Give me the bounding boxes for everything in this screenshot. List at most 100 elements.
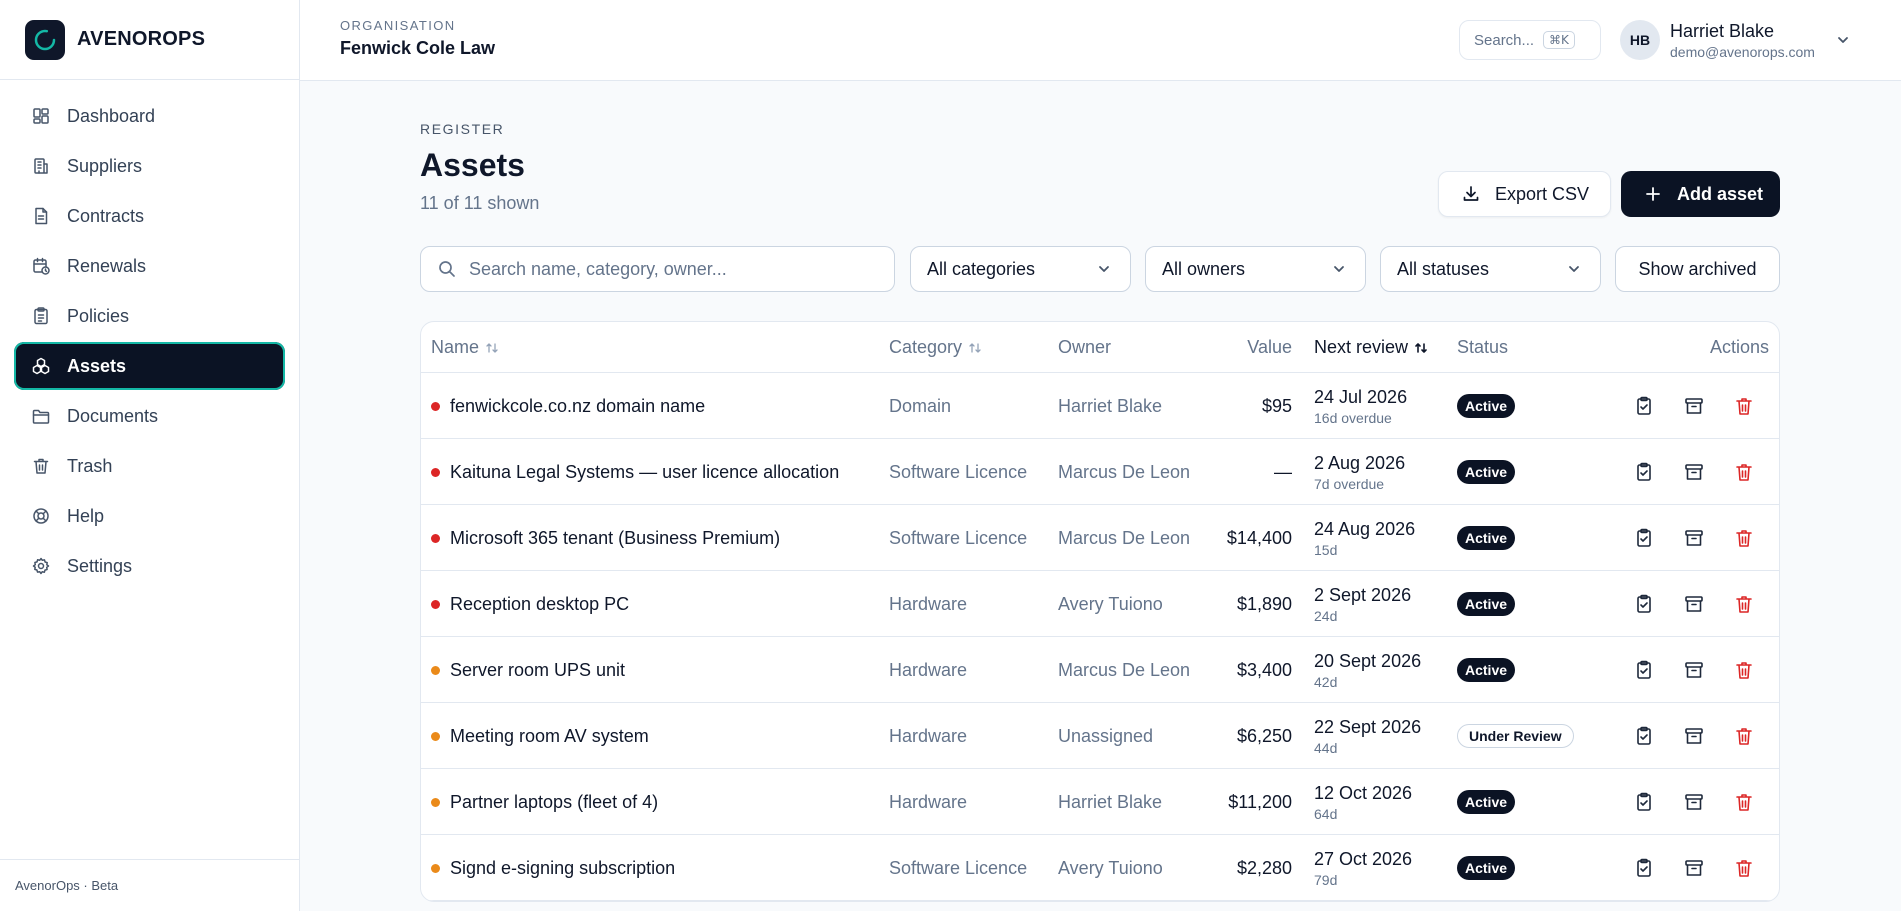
archive-icon[interactable] [1683, 791, 1705, 813]
delete-icon[interactable] [1733, 659, 1755, 681]
asset-owner: Marcus De Leon [1058, 659, 1191, 680]
sidebar-item-documents[interactable]: Documents [14, 392, 285, 440]
mark-reviewed-icon[interactable] [1633, 659, 1655, 681]
asset-name-cell[interactable]: Microsoft 365 tenant (Business Premium) [431, 505, 780, 571]
category-filter-select[interactable]: All categories [910, 246, 1131, 292]
global-search-button[interactable]: Search... ⌘K [1459, 20, 1601, 60]
building-icon [34, 158, 48, 174]
sidebar-item-label: Trash [67, 455, 113, 476]
asset-value: $6,250 [1236, 725, 1292, 746]
organisation[interactable]: ORGANISATION Fenwick Cole Law [340, 18, 495, 59]
asset-category: Software Licence [889, 857, 1028, 878]
sidebar-item-assets[interactable]: Assets [14, 342, 285, 390]
column-header-name[interactable]: Name [431, 322, 499, 373]
owner-filter-select[interactable]: All owners [1145, 246, 1366, 292]
archive-icon[interactable] [1683, 395, 1705, 417]
asset-name-cell[interactable]: Partner laptops (fleet of 4) [431, 769, 658, 835]
table-row[interactable]: Signd e-signing subscription Software Lic… [421, 835, 1779, 901]
asset-owner: Harriet Blake [1058, 791, 1163, 812]
status-filter-select[interactable]: All statuses [1380, 246, 1601, 292]
mark-reviewed-icon[interactable] [1633, 395, 1655, 417]
delete-icon[interactable] [1733, 725, 1755, 747]
column-header-label: Category [889, 337, 963, 357]
sidebar-item-renewals[interactable]: Renewals [14, 242, 285, 290]
chevron-down-icon [1838, 37, 1848, 43]
search-input[interactable] [469, 258, 869, 280]
delete-icon[interactable] [1733, 527, 1755, 549]
asset-status: Active [1457, 373, 1516, 439]
sidebar-item-suppliers[interactable]: Suppliers [14, 142, 285, 190]
brand[interactable]: AVENOROPS [0, 0, 299, 80]
sidebar-item-label: Assets [67, 355, 127, 376]
export-csv-button[interactable]: Export CSV [1438, 171, 1611, 217]
delete-icon[interactable] [1733, 791, 1755, 813]
table-row[interactable]: fenwickcole.co.nz domain name Domain Harri… [421, 373, 1779, 439]
user-menu[interactable]: HB Harriet Blake demo@avenorops.com [1620, 20, 1851, 60]
add-asset-button[interactable]: Add asset [1621, 171, 1780, 217]
table-row[interactable]: Server room UPS unit Hardware Marcus De Le… [421, 637, 1779, 703]
column-header-next-review[interactable]: Next review [1314, 322, 1428, 373]
table-row[interactable]: Kaituna Legal Systems — user licence all… [421, 439, 1779, 505]
sidebar-item-dashboard[interactable]: Dashboard [14, 92, 285, 140]
delete-icon[interactable] [1733, 593, 1755, 615]
asset-next-review: 24 Aug 2026 15d [1314, 505, 1415, 571]
column-header-category[interactable]: Category [889, 322, 982, 373]
column-header-label: Owner [1058, 337, 1112, 357]
status-badge: Active [1457, 526, 1516, 550]
asset-next-review: 2 Sept 2026 24d [1314, 571, 1411, 637]
asset-status: Active [1457, 835, 1516, 901]
sidebar-item-settings[interactable]: Settings [14, 542, 285, 590]
asset-value: $1,890 [1236, 593, 1292, 614]
table-row[interactable]: Partner laptops (fleet of 4) Hardware Harr… [421, 769, 1779, 835]
column-header-label: Value [1247, 337, 1292, 357]
sidebar-item-trash[interactable]: Trash [14, 442, 285, 490]
archive-icon[interactable] [1683, 527, 1705, 549]
column-header-value: Value [1247, 322, 1292, 373]
status-badge: Active [1457, 592, 1516, 616]
mark-reviewed-icon[interactable] [1633, 791, 1655, 813]
asset-category: Hardware [889, 725, 968, 746]
page-title: Assets [420, 147, 525, 183]
sidebar-item-label: Settings [67, 555, 133, 576]
sidebar-item-contracts[interactable]: Contracts [14, 192, 285, 240]
export-csv-label: Export CSV [1495, 183, 1590, 204]
mark-reviewed-icon[interactable] [1633, 857, 1655, 879]
mark-reviewed-icon[interactable] [1633, 527, 1655, 549]
asset-owner: Marcus De Leon [1058, 527, 1191, 548]
delete-icon[interactable] [1733, 461, 1755, 483]
archive-icon[interactable] [1683, 659, 1705, 681]
asset-name-cell[interactable]: Meeting room AV system [431, 703, 649, 769]
table-row[interactable]: Meeting room AV system Hardware Unassigned… [421, 703, 1779, 769]
filter-bar: All categories All owners All statuses S… [420, 246, 1780, 292]
table-row[interactable]: Microsoft 365 tenant (Business Premium) S… [421, 505, 1779, 571]
mark-reviewed-icon[interactable] [1633, 461, 1655, 483]
review-relative: 15d [1314, 541, 1338, 558]
asset-name-cell[interactable]: fenwickcole.co.nz domain name [431, 373, 705, 439]
archive-icon[interactable] [1683, 725, 1705, 747]
asset-name-cell[interactable]: Server room UPS unit [431, 637, 625, 703]
delete-icon[interactable] [1733, 395, 1755, 417]
urgency-dot-icon [431, 731, 440, 741]
asset-name-cell[interactable]: Signd e-signing subscription [431, 835, 675, 901]
mark-reviewed-icon[interactable] [1633, 725, 1655, 747]
archive-icon[interactable] [1683, 857, 1705, 879]
review-date: 2 Sept 2026 [1314, 584, 1412, 605]
delete-icon[interactable] [1733, 857, 1755, 879]
status-badge: Active [1457, 790, 1516, 814]
review-date: 24 Aug 2026 [1314, 518, 1416, 539]
sidebar-item-help[interactable]: Help [14, 492, 285, 540]
search-field[interactable] [420, 246, 895, 292]
table-row[interactable]: Reception desktop PC Hardware Avery Tuiono… [421, 571, 1779, 637]
column-header-actions: Actions [1710, 322, 1769, 373]
urgency-dot-icon [431, 599, 440, 609]
archive-icon[interactable] [1683, 593, 1705, 615]
sidebar-item-policies[interactable]: Policies [14, 292, 285, 340]
row-actions [1633, 769, 1755, 835]
sidebar-item-label: Suppliers [67, 155, 143, 176]
show-archived-button[interactable]: Show archived [1615, 246, 1780, 292]
mark-reviewed-icon[interactable] [1633, 593, 1655, 615]
asset-name-cell[interactable]: Reception desktop PC [431, 571, 629, 637]
asset-next-review: 22 Sept 2026 44d [1314, 703, 1421, 769]
archive-icon[interactable] [1683, 461, 1705, 483]
asset-name-cell[interactable]: Kaituna Legal Systems — user licence all… [431, 439, 839, 505]
